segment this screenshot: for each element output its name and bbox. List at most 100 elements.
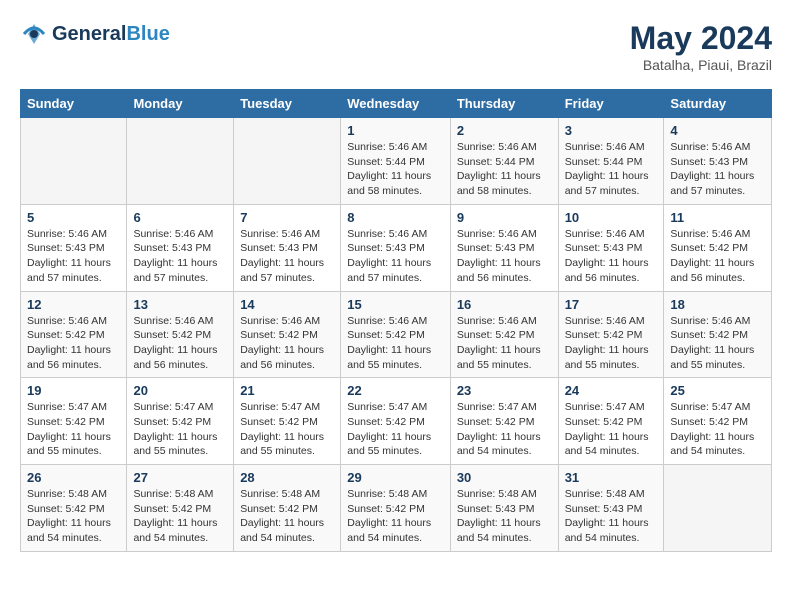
day-info: Sunrise: 5:46 AM Sunset: 5:43 PM Dayligh…: [27, 227, 120, 286]
calendar-day-18: 18 Sunrise: 5:46 AM Sunset: 5:42 PM Dayli…: [664, 291, 772, 378]
weekday-header-row: SundayMondayTuesdayWednesdayThursdayFrid…: [21, 90, 772, 118]
calendar-day-6: 6 Sunrise: 5:46 AM Sunset: 5:43 PM Daylig…: [127, 204, 234, 291]
calendar-day-2: 2 Sunrise: 5:46 AM Sunset: 5:44 PM Daylig…: [450, 118, 558, 205]
day-number: 28: [240, 470, 334, 485]
day-number: 16: [457, 297, 552, 312]
day-number: 5: [27, 210, 120, 225]
title-block: May 2024 Batalha, Piaui, Brazil: [630, 20, 772, 73]
day-number: 4: [670, 123, 765, 138]
day-number: 18: [670, 297, 765, 312]
calendar-day-27: 27Sunrise: 5:48 AM Sunset: 5:42 PM Dayli…: [127, 465, 234, 552]
day-info: Sunrise: 5:46 AM Sunset: 5:44 PM Dayligh…: [565, 140, 658, 199]
day-number: 15: [347, 297, 444, 312]
calendar-day-26: 26 Sunrise: 5:48 AM Sunset: 5:42 PM Dayli…: [21, 465, 127, 552]
logo-general: General: [52, 23, 126, 45]
day-info: Sunrise: 5:46 AM Sunset: 5:42 PM Dayligh…: [670, 314, 765, 373]
calendar-day-22: 22Sunrise: 5:47 AM Sunset: 5:42 PM Dayli…: [341, 378, 451, 465]
location-subtitle: Batalha, Piaui, Brazil: [630, 57, 772, 73]
calendar-day-24: 24 Sunrise: 5:47 AM Sunset: 5:42 PM Dayli…: [558, 378, 664, 465]
day-number: 20: [133, 383, 227, 398]
day-number: 7: [240, 210, 334, 225]
day-number: 22: [347, 383, 444, 398]
day-number: 24: [565, 383, 658, 398]
weekday-header-friday: Friday: [558, 90, 664, 118]
calendar-day-28: 28 Sunrise: 5:48 AM Sunset: 5:42 PM Dayli…: [234, 465, 341, 552]
day-info: Sunrise: 5:46 AM Sunset: 5:42 PM Dayligh…: [457, 314, 552, 373]
day-number: 23: [457, 383, 552, 398]
calendar-day-15: 15 Sunrise: 5:46 AM Sunset: 5:42 PM Dayli…: [341, 291, 451, 378]
logo: GeneralBlue: [20, 20, 170, 48]
day-info: Sunrise: 5:47 AM Sunset: 5:42 PM Dayligh…: [565, 400, 658, 459]
day-number: 21: [240, 383, 334, 398]
day-info: Sunrise: 5:46 AM Sunset: 5:43 PM Dayligh…: [457, 227, 552, 286]
day-info: Sunrise: 5:46 AM Sunset: 5:42 PM Dayligh…: [565, 314, 658, 373]
calendar-day-empty: [234, 118, 341, 205]
day-info: Sunrise: 5:47 AM Sunset: 5:42 PM Dayligh…: [27, 400, 120, 459]
day-number: 6: [133, 210, 227, 225]
calendar-day-20: 20 Sunrise: 5:47 AM Sunset: 5:42 PM Dayli…: [127, 378, 234, 465]
month-title: May 2024: [630, 20, 772, 57]
calendar-day-empty: [664, 465, 772, 552]
calendar-day-12: 12 Sunrise: 5:46 AM Sunset: 5:42 PM Dayli…: [21, 291, 127, 378]
calendar-day-9: 9Sunrise: 5:46 AM Sunset: 5:43 PM Daylig…: [450, 204, 558, 291]
page-header: GeneralBlue May 2024 Batalha, Piaui, Bra…: [20, 20, 772, 73]
day-number: 31: [565, 470, 658, 485]
day-number: 10: [565, 210, 658, 225]
calendar-day-3: 3Sunrise: 5:46 AM Sunset: 5:44 PM Daylig…: [558, 118, 664, 205]
day-number: 11: [670, 210, 765, 225]
day-info: Sunrise: 5:46 AM Sunset: 5:42 PM Dayligh…: [670, 227, 765, 286]
day-number: 19: [27, 383, 120, 398]
day-number: 14: [240, 297, 334, 312]
calendar-day-empty: [21, 118, 127, 205]
day-info: Sunrise: 5:48 AM Sunset: 5:43 PM Dayligh…: [565, 487, 658, 546]
weekday-header-monday: Monday: [127, 90, 234, 118]
weekday-header-tuesday: Tuesday: [234, 90, 341, 118]
calendar-day-8: 8 Sunrise: 5:46 AM Sunset: 5:43 PM Daylig…: [341, 204, 451, 291]
calendar-week-row: 19 Sunrise: 5:47 AM Sunset: 5:42 PM Dayli…: [21, 378, 772, 465]
calendar-week-row: 1Sunrise: 5:46 AM Sunset: 5:44 PM Daylig…: [21, 118, 772, 205]
calendar-table: SundayMondayTuesdayWednesdayThursdayFrid…: [20, 89, 772, 552]
calendar-week-row: 5 Sunrise: 5:46 AM Sunset: 5:43 PM Daylig…: [21, 204, 772, 291]
day-info: Sunrise: 5:46 AM Sunset: 5:44 PM Dayligh…: [347, 140, 444, 199]
day-number: 12: [27, 297, 120, 312]
logo-blue: Blue: [126, 23, 169, 45]
calendar-day-16: 16 Sunrise: 5:46 AM Sunset: 5:42 PM Dayli…: [450, 291, 558, 378]
day-info: Sunrise: 5:46 AM Sunset: 5:42 PM Dayligh…: [240, 314, 334, 373]
calendar-day-empty: [127, 118, 234, 205]
day-info: Sunrise: 5:46 AM Sunset: 5:43 PM Dayligh…: [347, 227, 444, 286]
calendar-day-30: 30Sunrise: 5:48 AM Sunset: 5:43 PM Dayli…: [450, 465, 558, 552]
weekday-header-wednesday: Wednesday: [341, 90, 451, 118]
day-info: Sunrise: 5:48 AM Sunset: 5:42 PM Dayligh…: [27, 487, 120, 546]
day-info: Sunrise: 5:46 AM Sunset: 5:43 PM Dayligh…: [670, 140, 765, 199]
day-number: 17: [565, 297, 658, 312]
weekday-header-saturday: Saturday: [664, 90, 772, 118]
calendar-day-1: 1Sunrise: 5:46 AM Sunset: 5:44 PM Daylig…: [341, 118, 451, 205]
day-info: Sunrise: 5:46 AM Sunset: 5:42 PM Dayligh…: [347, 314, 444, 373]
day-number: 27: [133, 470, 227, 485]
day-number: 2: [457, 123, 552, 138]
day-info: Sunrise: 5:48 AM Sunset: 5:42 PM Dayligh…: [240, 487, 334, 546]
day-info: Sunrise: 5:46 AM Sunset: 5:43 PM Dayligh…: [240, 227, 334, 286]
day-info: Sunrise: 5:46 AM Sunset: 5:43 PM Dayligh…: [133, 227, 227, 286]
calendar-week-row: 26 Sunrise: 5:48 AM Sunset: 5:42 PM Dayli…: [21, 465, 772, 552]
calendar-body: 1Sunrise: 5:46 AM Sunset: 5:44 PM Daylig…: [21, 118, 772, 552]
day-info: Sunrise: 5:46 AM Sunset: 5:44 PM Dayligh…: [457, 140, 552, 199]
calendar-week-row: 12 Sunrise: 5:46 AM Sunset: 5:42 PM Dayli…: [21, 291, 772, 378]
calendar-day-11: 11 Sunrise: 5:46 AM Sunset: 5:42 PM Dayli…: [664, 204, 772, 291]
logo-icon: [20, 20, 48, 48]
calendar-day-29: 29Sunrise: 5:48 AM Sunset: 5:42 PM Dayli…: [341, 465, 451, 552]
day-info: Sunrise: 5:47 AM Sunset: 5:42 PM Dayligh…: [133, 400, 227, 459]
calendar-day-14: 14 Sunrise: 5:46 AM Sunset: 5:42 PM Dayli…: [234, 291, 341, 378]
day-number: 8: [347, 210, 444, 225]
day-number: 30: [457, 470, 552, 485]
weekday-header-sunday: Sunday: [21, 90, 127, 118]
day-number: 26: [27, 470, 120, 485]
calendar-day-13: 13Sunrise: 5:46 AM Sunset: 5:42 PM Dayli…: [127, 291, 234, 378]
day-info: Sunrise: 5:48 AM Sunset: 5:42 PM Dayligh…: [347, 487, 444, 546]
calendar-day-23: 23Sunrise: 5:47 AM Sunset: 5:42 PM Dayli…: [450, 378, 558, 465]
day-info: Sunrise: 5:46 AM Sunset: 5:42 PM Dayligh…: [133, 314, 227, 373]
day-info: Sunrise: 5:46 AM Sunset: 5:42 PM Dayligh…: [27, 314, 120, 373]
weekday-header-thursday: Thursday: [450, 90, 558, 118]
calendar-header: SundayMondayTuesdayWednesdayThursdayFrid…: [21, 90, 772, 118]
day-info: Sunrise: 5:47 AM Sunset: 5:42 PM Dayligh…: [240, 400, 334, 459]
